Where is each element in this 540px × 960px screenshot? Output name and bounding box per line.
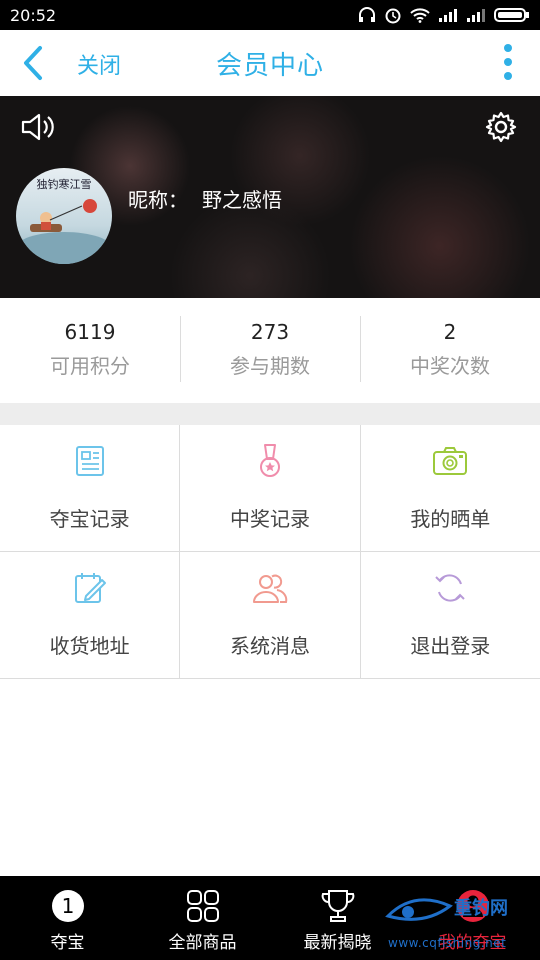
tab-latest-results[interactable]: 最新揭晓 xyxy=(270,876,405,960)
stat-value: 6119 xyxy=(64,320,116,344)
menu-item-treasure-records[interactable]: 夺宝记录 xyxy=(0,425,179,551)
menu-item-label: 夺宝记录 xyxy=(49,507,130,531)
profile-banner: 独钓寒江雪 昵称： 野之感悟 xyxy=(0,96,540,298)
nickname-row: 昵称： 野之感悟 xyxy=(128,184,282,213)
stats-row: 6119 可用积分 273 参与期数 2 中奖次数 xyxy=(0,298,540,403)
badge-one-icon: 1 xyxy=(51,890,84,922)
address-edit-icon xyxy=(74,573,106,603)
signal-icon xyxy=(439,9,457,22)
avatar[interactable]: 独钓寒江雪 xyxy=(16,168,112,264)
stat-label: 可用积分 xyxy=(50,354,130,378)
menu-item-system-messages[interactable]: 系统消息 xyxy=(179,552,359,678)
gear-icon[interactable] xyxy=(484,110,518,144)
camera-icon xyxy=(433,447,468,475)
record-icon xyxy=(75,446,104,476)
nickname-value: 野之感悟 xyxy=(202,188,282,212)
stat-value: 273 xyxy=(250,320,290,344)
section-divider xyxy=(0,403,540,425)
stat-wins[interactable]: 2 中奖次数 xyxy=(360,298,540,403)
avatar-fisherman-image xyxy=(16,199,112,264)
trophy-icon xyxy=(321,890,354,922)
tab-all-products[interactable]: 全部商品 xyxy=(135,876,270,960)
stat-label: 中奖次数 xyxy=(410,354,490,378)
users-icon xyxy=(252,574,288,603)
headphones-icon xyxy=(359,7,375,22)
menu-row: 收货地址 系统消息 退出登录 xyxy=(0,551,540,678)
status-icons xyxy=(358,6,530,24)
menu-item-shipping-address[interactable]: 收货地址 xyxy=(0,552,179,678)
nav-bar: 关闭 会员中心 xyxy=(0,30,540,96)
menu-item-logout[interactable]: 退出登录 xyxy=(359,552,540,678)
grid-icon xyxy=(186,890,219,922)
stat-periods[interactable]: 273 参与期数 xyxy=(180,298,360,403)
battery-icon xyxy=(494,8,529,22)
tab-label: 全部商品 xyxy=(168,933,237,953)
menu-item-label: 退出登录 xyxy=(410,634,491,658)
status-time: 20:52 xyxy=(10,5,57,25)
medal-icon xyxy=(259,444,280,477)
menu-item-win-records[interactable]: 中奖记录 xyxy=(179,425,359,551)
more-vertical-icon[interactable] xyxy=(498,43,518,83)
status-bar: 20:52 xyxy=(0,0,540,30)
user-icon xyxy=(456,890,489,922)
tab-label: 最新揭晓 xyxy=(303,933,372,953)
speaker-icon[interactable] xyxy=(20,112,56,142)
tab-label: 我的夺宝 xyxy=(438,933,507,953)
menu-item-my-shares[interactable]: 我的晒单 xyxy=(359,425,540,551)
menu-item-label: 收货地址 xyxy=(49,634,130,658)
refresh-icon xyxy=(435,574,466,602)
stat-label: 参与期数 xyxy=(230,354,310,378)
wifi-icon xyxy=(410,8,430,23)
nickname-label: 昵称： xyxy=(128,188,188,212)
menu-item-label: 系统消息 xyxy=(229,634,310,658)
tab-my-treasure[interactable]: 我的夺宝 xyxy=(405,876,540,960)
page-title: 会员中心 xyxy=(215,51,324,81)
alarm-icon xyxy=(385,8,401,24)
menu-grid: 夺宝记录 中奖记录 我的晒单 收货地址 系统消息 退出登录 xyxy=(0,425,540,679)
tab-treasure[interactable]: 1 夺宝 xyxy=(0,876,135,960)
stat-value: 2 xyxy=(443,320,457,344)
signal-icon-2 xyxy=(467,9,485,22)
bottom-tab-bar: 1 夺宝 全部商品 最新揭晓 我的夺宝 xyxy=(0,876,540,960)
menu-item-label: 我的晒单 xyxy=(410,507,491,531)
stat-points[interactable]: 6119 可用积分 xyxy=(0,298,180,403)
badge-number: 1 xyxy=(61,894,74,918)
menu-row: 夺宝记录 中奖记录 我的晒单 xyxy=(0,425,540,551)
tab-label: 夺宝 xyxy=(50,933,85,953)
menu-item-label: 中奖记录 xyxy=(229,507,310,531)
